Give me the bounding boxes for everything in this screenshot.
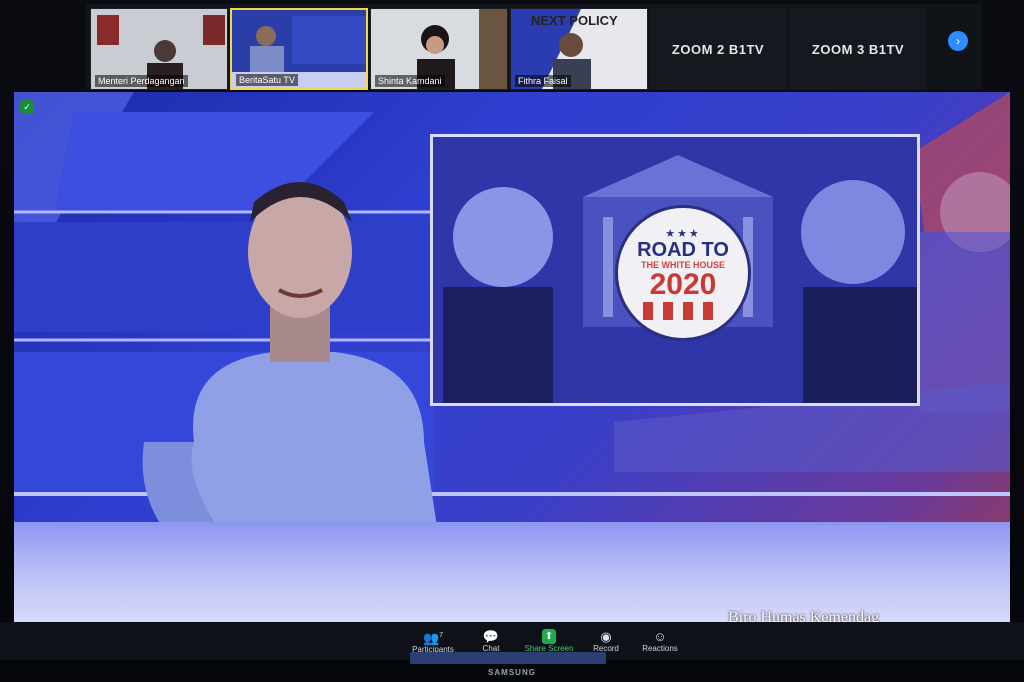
participant-tile[interactable]: Menteri Perdagangan <box>90 8 228 90</box>
background-overlay-text: NEXT POLICY <box>531 13 618 28</box>
participant-name: Shinta Kamdani <box>375 75 445 87</box>
participant-name: Menteri Perdagangan <box>95 75 188 87</box>
badge-line1: ROAD TO <box>637 238 729 261</box>
road-to-white-house-badge: ★★★ ROAD TO THE WHITE HOUSE 2020 <box>615 205 751 341</box>
shield-icon: ✓ <box>20 100 34 114</box>
participants-icon: 👥7 <box>422 630 444 646</box>
inset-graphic: ★★★ ROAD TO THE WHITE HOUSE 2020 <box>430 134 920 406</box>
participant-tile-no-video[interactable]: ZOOM 2 B1TV <box>650 8 786 90</box>
participants-count: 7 <box>439 631 444 639</box>
badge-stars-icon: ★★★ <box>665 227 701 240</box>
participant-name: ZOOM 3 B1TV <box>811 41 905 57</box>
participant-tile[interactable]: NEXT POLICY Fithra Faisal <box>510 8 648 90</box>
participant-tile-active[interactable]: BeritaSatu TV <box>230 8 368 90</box>
reactions-icon: ☺ <box>653 629 667 644</box>
participant-name: ZOOM 2 B1TV <box>671 41 765 57</box>
participant-name: BeritaSatu TV <box>236 74 298 86</box>
taskbar-dock <box>410 652 606 664</box>
participant-tile[interactable]: Shinta Kamdani <box>370 8 508 90</box>
main-video: ★★★ ROAD TO THE WHITE HOUSE 2020 ✓ <box>14 92 1010 622</box>
badge-year: 2020 <box>649 267 717 301</box>
monitor-frame: Menteri Perdagangan BeritaSatu TV Shinta… <box>0 0 1024 682</box>
next-page-icon[interactable]: › <box>948 31 968 51</box>
chat-icon: 💬 <box>482 629 500 644</box>
news-desk <box>14 522 1010 622</box>
reactions-label: Reactions <box>642 644 678 653</box>
participant-name: Fithra Faisal <box>515 75 571 87</box>
participant-strip: Menteri Perdagangan BeritaSatu TV Shinta… <box>86 4 982 90</box>
monitor-brand: SAMSUNG <box>488 668 536 677</box>
share-screen-icon: ⬆ <box>541 629 557 644</box>
record-icon: ◉ <box>600 629 612 644</box>
reactions-button[interactable]: ☺ Reactions <box>638 622 682 660</box>
participant-tile-no-video[interactable]: ZOOM 3 B1TV <box>790 8 926 90</box>
badge-stripes <box>643 301 723 320</box>
